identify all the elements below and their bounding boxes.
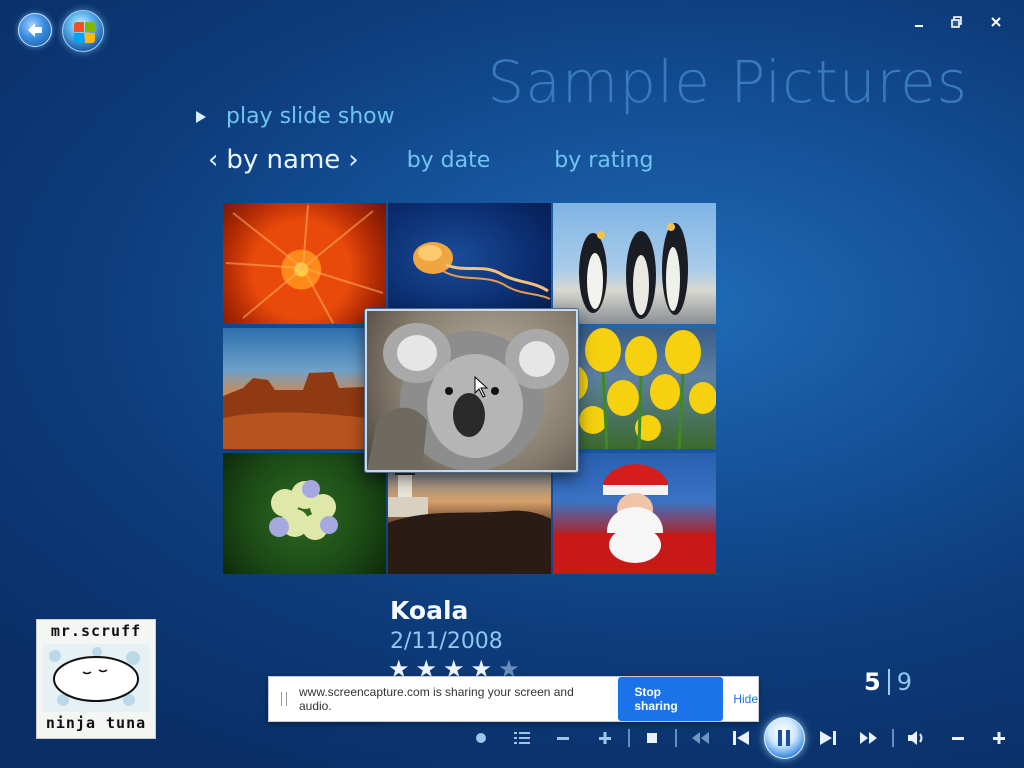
sort-by-rating[interactable]: by rating [554, 148, 653, 173]
chevron-right-icon[interactable]: › [348, 145, 358, 175]
stop-icon[interactable] [632, 716, 673, 760]
close-icon[interactable] [986, 14, 1006, 34]
pause-icon [778, 730, 791, 746]
minus-icon[interactable] [543, 716, 584, 760]
volume-icon[interactable] [896, 716, 937, 760]
restore-icon[interactable] [947, 14, 967, 34]
album-art-line1: mr.scruff [50, 622, 142, 640]
minimize-icon[interactable] [910, 14, 930, 34]
previous-icon[interactable] [720, 716, 761, 760]
stop-sharing-button[interactable]: Stop sharing [618, 677, 724, 721]
thumbnail-penguins[interactable] [553, 203, 716, 324]
separator [674, 729, 677, 747]
item-counter: 5 9 [864, 668, 912, 696]
separator [627, 729, 630, 747]
drag-handle-icon[interactable] [281, 692, 287, 706]
thumbnail-hydrangeas[interactable] [223, 453, 386, 574]
sort-bar: ‹ by name › by date by rating [200, 142, 653, 178]
counter-current: 5 [864, 668, 881, 696]
sort-active-label: by name [226, 145, 341, 175]
thumbnail-jellyfish[interactable] [388, 203, 551, 324]
thumbnail-koala-focused[interactable] [365, 309, 578, 472]
list-icon[interactable] [501, 716, 542, 760]
hide-button[interactable]: Hide [733, 692, 758, 706]
fast-forward-icon[interactable] [848, 716, 889, 760]
pause-button[interactable] [763, 717, 806, 759]
counter-total: 9 [896, 668, 912, 696]
back-arrow-icon [28, 23, 42, 37]
album-art: mr.scruff ninja tuna [36, 619, 156, 739]
chevron-left-icon[interactable]: ‹ [208, 145, 218, 175]
photo-title: Koala [390, 596, 469, 625]
sort-by-name[interactable]: ‹ by name › [200, 145, 367, 175]
page-title: Sample Pictures [487, 48, 968, 116]
sort-by-date[interactable]: by date [407, 148, 491, 173]
dot-icon[interactable] [460, 716, 501, 760]
rewind-icon[interactable] [679, 716, 720, 760]
sharing-message: www.screencapture.com is sharing your sc… [298, 685, 574, 713]
play-slide-show-button[interactable]: play slide show [196, 104, 395, 129]
volume-down-icon[interactable] [937, 716, 978, 760]
play-slide-show-label: play slide show [226, 104, 395, 129]
transport-controls [460, 716, 1020, 760]
windows-logo-icon[interactable] [62, 10, 104, 52]
photo-date: 2/11/2008 [390, 629, 503, 654]
volume-up-icon[interactable] [979, 716, 1020, 760]
separator [891, 729, 894, 747]
thumbnail-chrysanthemum[interactable] [223, 203, 386, 324]
counter-divider [887, 669, 890, 695]
back-button[interactable] [18, 13, 52, 47]
thumbnail-desert[interactable] [223, 328, 386, 449]
plus-icon[interactable] [584, 716, 625, 760]
album-art-line2: ninja tuna [45, 714, 147, 732]
play-icon [196, 110, 206, 123]
next-icon[interactable] [807, 716, 848, 760]
